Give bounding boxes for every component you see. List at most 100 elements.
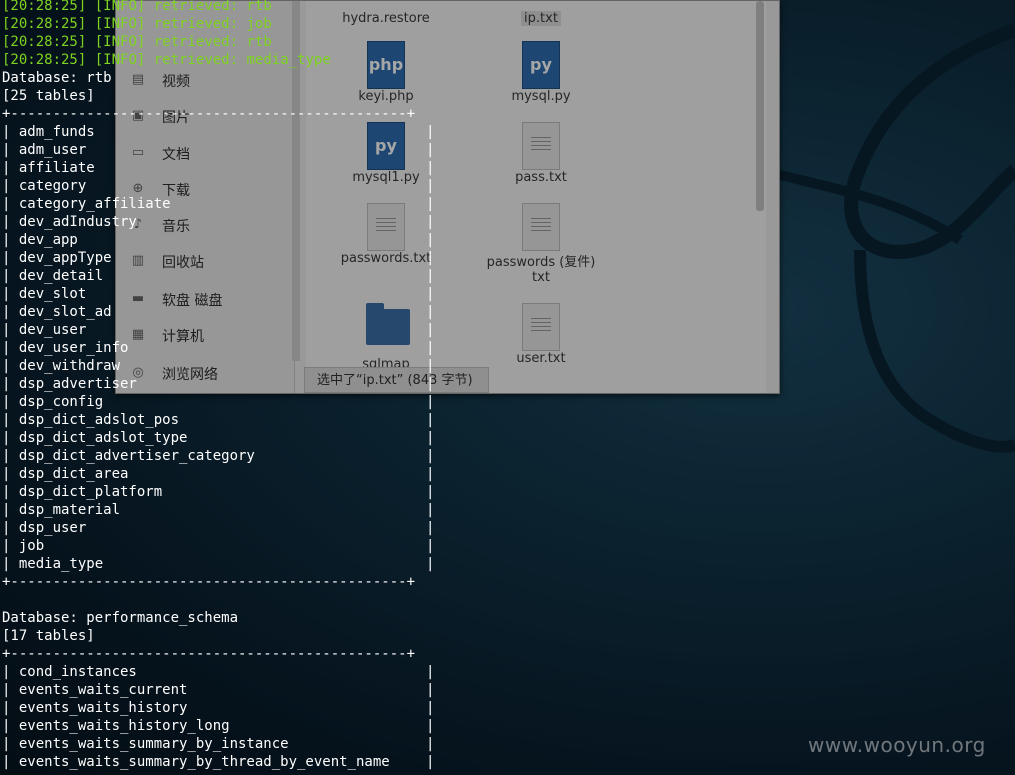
table-name: cond_instances: [18, 664, 137, 680]
table-name: dsp_dict_area: [18, 466, 129, 482]
log-line: [20:28:25] [INFO] retrieved: media_type: [2, 51, 331, 69]
table-row: | category_affiliate |: [2, 196, 435, 212]
table-border-right: |: [426, 142, 435, 158]
log-level: [INFO]: [94, 34, 146, 50]
table-row: | dev_slot_ad |: [2, 304, 435, 320]
log-line: [20:28:25] [INFO] retrieved: rtb: [2, 0, 272, 15]
database-header: Database: rtb: [2, 70, 112, 86]
table-row: | adm_user |: [2, 142, 435, 158]
table-border-right: |: [426, 286, 435, 302]
table-name: dsp_dict_platform: [18, 484, 163, 500]
table-border-right: |: [426, 304, 435, 320]
table-name: events_waits_history: [18, 700, 188, 716]
table-border-right: |: [426, 358, 435, 374]
table-border-right: |: [426, 268, 435, 284]
table-row: | events_waits_history_long |: [2, 718, 435, 734]
table-border-right: |: [426, 394, 435, 410]
log-line: [20:28:25] [INFO] retrieved: rtb: [2, 33, 272, 51]
table-row: | job |: [2, 538, 435, 554]
table-border: +---------------------------------------…: [2, 646, 416, 662]
table-name: dev_withdraw: [18, 358, 121, 374]
table-row: | dsp_dict_advertiser_category |: [2, 448, 435, 464]
log-value: media_type: [246, 52, 331, 68]
table-border-right: |: [426, 556, 435, 572]
table-row: | dev_appType |: [2, 250, 435, 266]
table-name: events_waits_summary_by_thread_by_event_…: [18, 754, 390, 770]
table-border-right: |: [426, 718, 435, 734]
terminal-output[interactable]: [20:28:25] [INFO] retrieved: rtb [20:28:2…: [0, 0, 1015, 775]
table-row: | dsp_dict_adslot_type |: [2, 430, 435, 446]
table-name: category_affiliate: [18, 196, 171, 212]
log-value: job: [246, 16, 272, 32]
table-name: dsp_user: [18, 520, 87, 536]
table-row: | dev_adIndustry |: [2, 214, 435, 230]
table-row: | dsp_user |: [2, 520, 435, 536]
table-border: +---------------------------------------…: [2, 574, 416, 590]
table-row: | dev_user_info |: [2, 340, 435, 356]
table-name: category: [18, 178, 87, 194]
table-border-right: |: [426, 232, 435, 248]
table-border-right: |: [426, 430, 435, 446]
table-border-right: |: [426, 538, 435, 554]
table-name: dev_detail: [18, 268, 104, 284]
table-border-right: |: [426, 214, 435, 230]
table-border-right: |: [426, 664, 435, 680]
log-line: [20:28:25] [INFO] retrieved: job: [2, 15, 272, 33]
database-header: Database: performance_schema: [2, 610, 239, 626]
table-row: | dev_withdraw |: [2, 358, 435, 374]
table-border-right: |: [426, 754, 435, 770]
table-row: | dsp_config |: [2, 394, 435, 410]
table-row: | dev_app |: [2, 232, 435, 248]
table-border-right: |: [426, 250, 435, 266]
table-name: dev_slot: [18, 286, 87, 302]
table-count: [17 tables]: [2, 628, 95, 644]
table-name: dsp_dict_adslot_pos: [18, 412, 180, 428]
table-name: dsp_config: [18, 394, 104, 410]
table-row: | dsp_dict_adslot_pos |: [2, 412, 435, 428]
log-message: retrieved:: [153, 16, 239, 32]
table-row: | events_waits_current |: [2, 682, 435, 698]
table-border-right: |: [426, 682, 435, 698]
log-time: [20:28:25]: [2, 0, 87, 14]
table-row: | dev_user |: [2, 322, 435, 338]
table-name: dev_adIndustry: [18, 214, 137, 230]
table-name: dev_user_info: [18, 340, 129, 356]
table-name: dsp_advertiser: [18, 376, 137, 392]
table-border-right: |: [426, 412, 435, 428]
table-row: | affiliate |: [2, 160, 435, 176]
log-time: [20:28:25]: [2, 52, 87, 68]
table-name: dev_user: [18, 322, 87, 338]
table-border-right: |: [426, 736, 435, 752]
log-value: rtb: [246, 0, 272, 14]
table-border-right: |: [426, 178, 435, 194]
table-border-right: |: [426, 160, 435, 176]
table-border-right: |: [426, 700, 435, 716]
table-name: dev_app: [18, 232, 78, 248]
log-message: retrieved:: [153, 52, 239, 68]
table-border-right: |: [426, 448, 435, 464]
table-name: events_waits_history_long: [18, 718, 230, 734]
table-border-right: |: [426, 196, 435, 212]
table-border-right: |: [426, 340, 435, 356]
table-row: | dev_detail |: [2, 268, 435, 284]
table-row: | cond_instances |: [2, 664, 435, 680]
table-border-right: |: [426, 124, 435, 140]
table-name: dev_slot_ad: [18, 304, 112, 320]
table-border-right: |: [426, 466, 435, 482]
table-border-right: |: [426, 376, 435, 392]
table-row: | dev_slot |: [2, 286, 435, 302]
watermark: www.wooyun.org: [808, 733, 986, 757]
table-name: adm_user: [18, 142, 87, 158]
table-name: adm_funds: [18, 124, 95, 140]
table-name: dsp_material: [18, 502, 121, 518]
table-row: | dsp_dict_platform |: [2, 484, 435, 500]
table-name: dsp_dict_advertiser_category: [18, 448, 255, 464]
table-row: | dsp_advertiser |: [2, 376, 435, 392]
table-row: | adm_funds |: [2, 124, 435, 140]
table-row: | events_waits_summary_by_thread_by_even…: [2, 754, 435, 770]
table-row: | dsp_dict_area |: [2, 466, 435, 482]
log-message: retrieved:: [153, 0, 239, 14]
table-border-right: |: [426, 484, 435, 500]
log-level: [INFO]: [94, 0, 146, 14]
log-value: rtb: [246, 34, 272, 50]
